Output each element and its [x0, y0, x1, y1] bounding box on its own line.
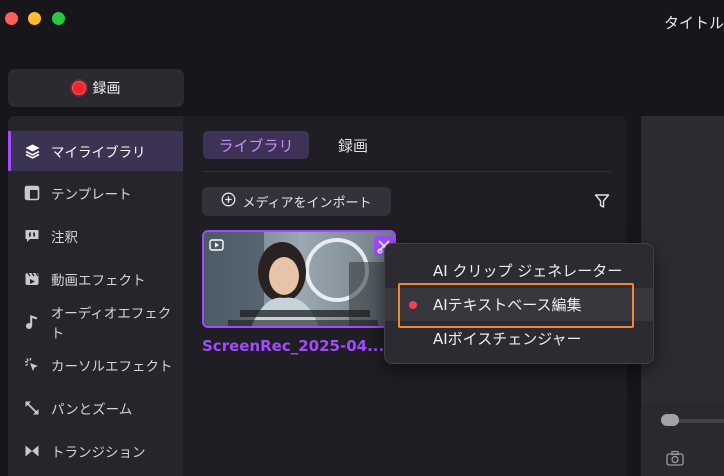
transition-icon [23, 442, 41, 460]
sidebar-item-my-library[interactable]: マイライブラリ [8, 131, 183, 171]
zoom-slider-handle[interactable] [661, 414, 679, 426]
sidebar-item-label: テンプレート [51, 187, 132, 203]
clip-name: ScreenRec_2025-04... [202, 337, 385, 355]
close-window-button[interactable] [5, 12, 18, 25]
sidebar-item-transitions[interactable]: トランジション [8, 431, 183, 471]
pan-zoom-icon [23, 399, 41, 417]
sidebar-item-cursor-effects[interactable]: カーソルエフェクト [8, 345, 183, 385]
import-media-button[interactable]: メディアをインポート [202, 187, 391, 216]
plus-circle-icon [221, 192, 236, 211]
sidebar-item-video-effects[interactable]: 動画エフェクト [8, 259, 183, 299]
filter-icon[interactable] [594, 193, 610, 213]
sidebar: マイライブラリ テンプレート 注釈 動画エフェクト オーディオエフェクト カーソ… [8, 116, 183, 476]
video-frame-image [204, 232, 394, 326]
sidebar-item-pan-zoom[interactable]: パンとズーム [8, 388, 183, 428]
tab-library[interactable]: ライブラリ [203, 131, 309, 159]
layers-icon [23, 142, 41, 160]
sidebar-item-audio-effects[interactable]: オーディオエフェクト [8, 302, 183, 342]
sidebar-item-label: オーディオエフェクト [50, 306, 172, 342]
video-effect-icon [23, 270, 41, 288]
sidebar-item-label: 動画エフェクト [51, 273, 146, 289]
template-icon [23, 184, 41, 202]
menu-item-label: AIボイスチェンジャー [433, 330, 582, 348]
window-title: タイトル [664, 14, 724, 32]
sidebar-item-label: パンとズーム [51, 402, 133, 418]
menu-item-label: AI クリップ ジェネレーター [433, 262, 623, 280]
sidebar-item-annotations[interactable]: 注釈 [8, 216, 183, 256]
maximize-window-button[interactable] [52, 12, 65, 25]
highlight-box [398, 283, 634, 328]
sidebar-item-label: トランジション [51, 445, 146, 461]
record-icon [71, 81, 86, 95]
record-button-label: 録画 [92, 81, 121, 97]
annotation-icon [23, 227, 41, 245]
record-button[interactable]: 録画 [8, 69, 184, 107]
sidebar-item-label: 注釈 [51, 230, 78, 246]
cursor-click-icon [23, 356, 41, 374]
import-media-label: メディアをインポート [242, 196, 372, 211]
sidebar-item-label: カーソルエフェクト [51, 359, 173, 375]
media-thumbnail[interactable] [202, 230, 396, 328]
sidebar-item-templates[interactable]: テンプレート [8, 173, 183, 213]
minimize-window-button[interactable] [28, 12, 41, 25]
tab-recordings[interactable]: 録画 [333, 131, 373, 159]
sidebar-item-label: マイライブラリ [51, 145, 146, 161]
camera-icon[interactable] [666, 450, 684, 470]
music-note-icon [23, 313, 41, 331]
tab-divider [203, 171, 611, 172]
